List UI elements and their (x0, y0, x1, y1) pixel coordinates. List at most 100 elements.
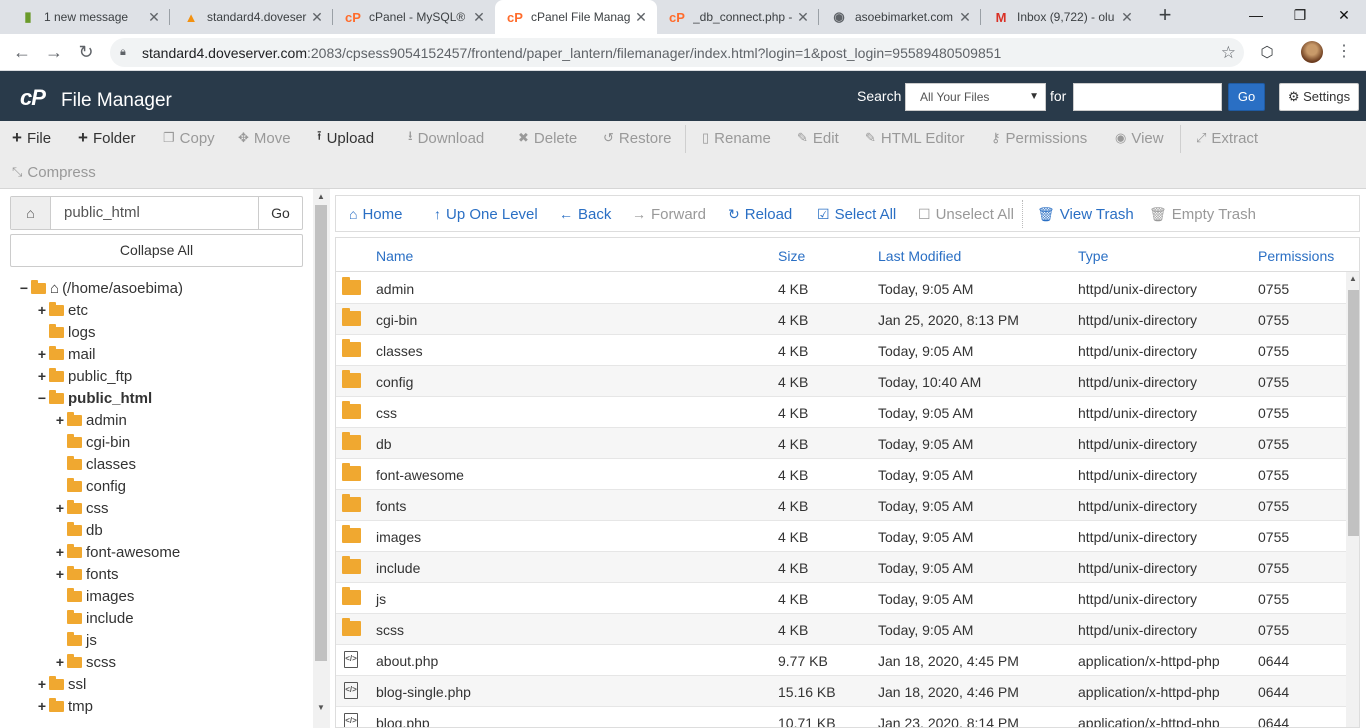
path-go-button[interactable]: Go (258, 197, 302, 229)
tree-item[interactable]: include (54, 607, 134, 629)
table-row[interactable]: scss 4 KB Today, 9:05 AM httpd/unix-directo… (336, 614, 1346, 645)
collapse-all-button[interactable]: Collapse All (10, 234, 303, 267)
tree-item[interactable]: + fonts (54, 563, 119, 585)
close-window-icon[interactable]: ✕ (1322, 0, 1366, 30)
maximize-icon[interactable]: ❐ (1278, 0, 1322, 30)
tree-item[interactable]: images (54, 585, 134, 607)
tree-item[interactable]: js (54, 629, 97, 651)
tree-item[interactable]: + css (54, 497, 109, 519)
scroll-up-icon[interactable]: ▲ (317, 192, 325, 201)
tree-item[interactable]: + public_ftp (36, 365, 132, 387)
table-row[interactable]: </> blog-single.php 15.16 KB Jan 18, 2020, … (336, 676, 1346, 707)
expand-icon[interactable]: + (36, 368, 48, 384)
forward-arrow-icon[interactable]: → (44, 42, 64, 62)
table-row[interactable]: </> blog.php 10.71 KB Jan 23, 2020, 8:14 PM… (336, 707, 1346, 727)
tree-item[interactable]: logs (36, 321, 96, 343)
browser-tab[interactable]: M Inbox (9,722) - olu ✕ (981, 0, 1143, 34)
browser-tab[interactable]: ▲ standard4.doveser ✕ (171, 0, 333, 34)
select-all-button[interactable]: ☑ Select All (817, 205, 896, 223)
table-row[interactable]: fonts 4 KB Today, 9:05 AM httpd/unix-direct… (336, 490, 1346, 521)
extension-icon[interactable]: ⬡ (1258, 43, 1276, 61)
tree-item[interactable]: − ⌂ (/home/asoebima) (18, 277, 183, 299)
tree-item[interactable]: + mail (36, 343, 96, 365)
column-header-size[interactable]: Size (778, 248, 805, 264)
table-row[interactable]: images 4 KB Today, 9:05 AM httpd/unix-direc… (336, 521, 1346, 552)
table-row[interactable]: font-awesome 4 KB Today, 9:05 AM httpd/unix… (336, 459, 1346, 490)
scroll-up-icon[interactable]: ▲ (1349, 274, 1357, 283)
table-row[interactable]: cgi-bin 4 KB Jan 25, 2020, 8:13 PM httpd/un… (336, 304, 1346, 335)
expand-icon[interactable]: + (54, 412, 66, 428)
extract-button[interactable]: ⤢ Extract (1196, 127, 1258, 149)
table-row[interactable]: js 4 KB Today, 9:05 AM httpd/unix-directory… (336, 583, 1346, 614)
expand-icon[interactable]: + (54, 544, 66, 560)
tree-item[interactable]: + tmp (36, 695, 93, 717)
back-arrow-icon[interactable]: ← (12, 42, 32, 62)
view-button[interactable]: ◉ View (1115, 127, 1164, 149)
collapse-icon[interactable]: − (36, 390, 48, 406)
settings-button[interactable]: ⚙ Settings (1279, 83, 1359, 111)
expand-icon[interactable]: + (36, 698, 48, 714)
new-folder-button[interactable]: + Folder (78, 127, 135, 149)
scrollbar-thumb[interactable] (315, 205, 327, 661)
table-row[interactable]: db 4 KB Today, 9:05 AM httpd/unix-directory… (336, 428, 1346, 459)
table-row[interactable]: config 4 KB Today, 10:40 AM httpd/unix-dire… (336, 366, 1346, 397)
collapse-icon[interactable]: − (18, 280, 30, 296)
empty-trash-button[interactable]: 🗑︎ Empty Trash (1149, 205, 1256, 223)
copy-button[interactable]: ❐ Copy (163, 127, 215, 149)
home-icon[interactable]: ⌂ (11, 197, 51, 229)
tree-item[interactable]: + ssl (36, 673, 86, 695)
column-header-type[interactable]: Type (1078, 248, 1108, 264)
tree-item[interactable]: db (54, 519, 103, 541)
close-tab-icon[interactable]: ✕ (795, 9, 811, 26)
compress-button[interactable]: ⤡ Compress (12, 161, 96, 183)
column-header-permissions[interactable]: Permissions (1258, 248, 1334, 264)
tree-item[interactable]: cgi-bin (54, 431, 130, 453)
browser-tab[interactable]: ◉ asoebimarket.com ✕ (819, 0, 981, 34)
forward-button[interactable]: → Forward (632, 205, 706, 223)
column-header-name[interactable]: Name (376, 248, 413, 264)
minimize-icon[interactable]: ― (1234, 0, 1278, 30)
expand-icon[interactable]: + (36, 302, 48, 318)
tree-item[interactable]: + font-awesome (54, 541, 180, 563)
edit-button[interactable]: ✎ Edit (797, 127, 839, 149)
tree-item[interactable]: classes (54, 453, 136, 475)
home-button[interactable]: ⌂ Home (349, 205, 402, 223)
expand-icon[interactable]: + (36, 346, 48, 362)
new-tab-button[interactable]: + (1154, 4, 1176, 27)
scroll-down-icon[interactable]: ▼ (317, 703, 325, 712)
up-one-level-button[interactable]: ↑ Up One Level (434, 205, 538, 223)
profile-avatar[interactable] (1301, 41, 1323, 63)
reload-icon[interactable]: ↻ (76, 42, 96, 62)
column-header-last-modified[interactable]: Last Modified (878, 248, 961, 264)
browser-tab[interactable]: cP _db_connect.php - ✕ (657, 0, 819, 34)
file-list-scrollbar[interactable]: ▲ (1346, 272, 1359, 727)
permissions-button[interactable]: ⚷ Permissions (991, 127, 1087, 149)
bookmark-star-icon[interactable]: ☆ (1221, 43, 1236, 63)
search-go-button[interactable]: Go (1228, 83, 1265, 111)
browser-tab[interactable]: cP cPanel File Manag ✕ (495, 0, 657, 34)
close-tab-icon[interactable]: ✕ (309, 9, 325, 26)
sidebar-scrollbar[interactable]: ▲ ▼ (313, 189, 330, 728)
expand-icon[interactable]: + (36, 676, 48, 692)
expand-icon[interactable]: + (54, 654, 66, 670)
browser-menu-icon[interactable]: ⋮ (1336, 43, 1352, 61)
close-tab-icon[interactable]: ✕ (633, 9, 649, 26)
reload-button[interactable]: ↻ Reload (728, 205, 792, 223)
browser-tab[interactable]: ▮ 1 new message ✕ (8, 0, 170, 34)
tree-item[interactable]: + admin (54, 409, 127, 431)
expand-icon[interactable]: + (54, 566, 66, 582)
upload-button[interactable]: ⭱ Upload (317, 127, 374, 149)
download-button[interactable]: ⭳ Download (408, 127, 484, 149)
table-row[interactable]: include 4 KB Today, 9:05 AM httpd/unix-dire… (336, 552, 1346, 583)
expand-icon[interactable]: + (54, 500, 66, 516)
table-row[interactable]: </> about.php 9.77 KB Jan 18, 2020, 4:45 PM… (336, 645, 1346, 676)
unselect-all-button[interactable]: ☐ Unselect All (918, 205, 1014, 223)
delete-button[interactable]: ✖ Delete (518, 127, 577, 149)
table-row[interactable]: classes 4 KB Today, 9:05 AM httpd/unix-dire… (336, 335, 1346, 366)
scrollbar-thumb[interactable] (1348, 290, 1359, 536)
cpanel-logo[interactable]: cP (20, 85, 46, 111)
browser-tab[interactable]: cP cPanel - MySQL® ✕ (333, 0, 495, 34)
tree-item[interactable]: + scss (54, 651, 116, 673)
url-bar[interactable]: 🔒︎ standard4.doveserver.com:2083/cpsess9… (110, 38, 1244, 67)
table-row[interactable]: css 4 KB Today, 9:05 AM httpd/unix-director… (336, 397, 1346, 428)
